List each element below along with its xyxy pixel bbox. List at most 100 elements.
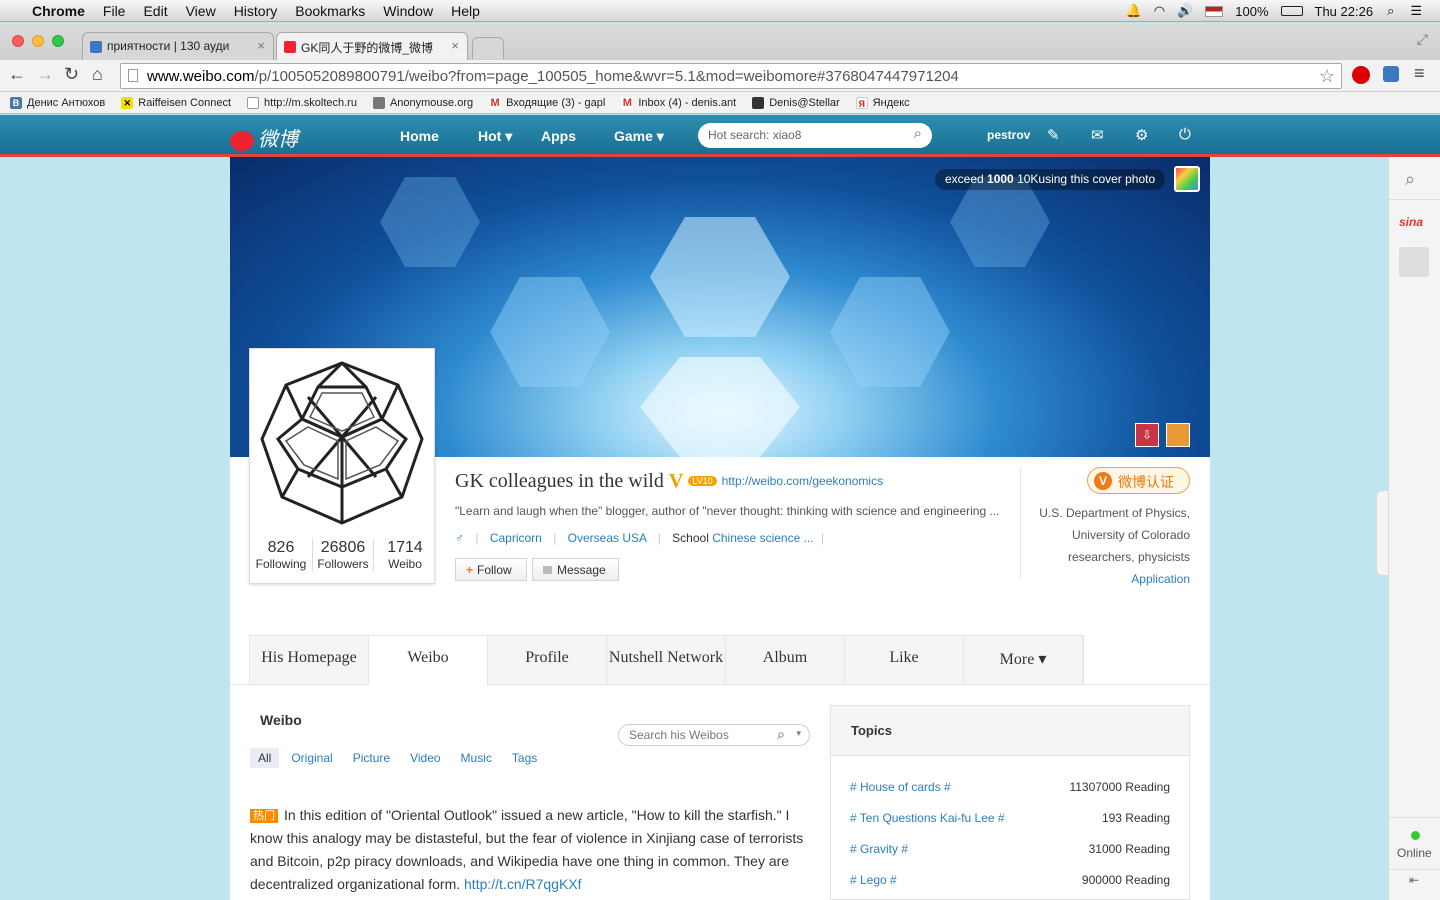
search-icon[interactable]: ⌕	[914, 125, 922, 142]
bookmark-8[interactable]: Я Яндекс	[855, 96, 910, 109]
menu-help[interactable]: Help	[451, 3, 480, 19]
verified-v-icon[interactable]: V	[669, 470, 683, 492]
mail-icon[interactable]: ✉	[1091, 126, 1104, 144]
feed-search-input[interactable]: Search his Weibos ⌕ ▾	[618, 724, 810, 746]
bookmark-7[interactable]: Denis@Stellar	[752, 96, 840, 109]
fullscreen-icon[interactable]: ⤢	[1417, 31, 1428, 48]
topic-link[interactable]: # House of cards #	[850, 780, 951, 794]
tag-location[interactable]: Overseas USA	[568, 531, 647, 545]
weibo-verified-badge[interactable]: V 微博认证	[1087, 467, 1190, 494]
forward-icon[interactable]: →	[36, 64, 54, 85]
filter-tags[interactable]: Tags	[504, 748, 545, 768]
star-icon[interactable]: ☆	[1319, 66, 1335, 87]
nav-apps[interactable]: Apps	[541, 128, 576, 144]
notification-icon[interactable]: 🔔	[1126, 3, 1142, 19]
bookmark-1[interactable]: B Денис Антюхов	[10, 96, 105, 109]
exit-icon[interactable]: ⏻	[1179, 126, 1191, 143]
menu-window[interactable]: Window	[383, 3, 433, 19]
volume-icon[interactable]: 🔊	[1177, 3, 1193, 19]
tab-1[interactable]: приятности | 130 ауди ×	[82, 32, 274, 60]
adblock-icon[interactable]	[1352, 66, 1370, 84]
filter-music[interactable]: Music	[453, 748, 500, 768]
new-tab-button[interactable]	[472, 37, 504, 59]
contact-card-icon[interactable]	[1166, 423, 1190, 447]
username-link[interactable]: pestrov	[987, 128, 1030, 142]
tab-close-icon[interactable]: ×	[257, 38, 265, 53]
tab-more[interactable]: More ▾	[964, 636, 1083, 684]
menu-view[interactable]: View	[186, 3, 216, 19]
followers-stat[interactable]: 26806 Followers	[312, 539, 374, 571]
friend-avatar[interactable]	[1399, 247, 1429, 277]
wifi-icon[interactable]: ◠	[1154, 3, 1165, 19]
search-icon[interactable]: ⌕	[777, 726, 785, 743]
search-icon[interactable]: ⌕	[1405, 169, 1415, 190]
tab-close-icon[interactable]: ×	[451, 38, 459, 53]
topic-link[interactable]: # Ten Questions Kai-fu Lee #	[850, 811, 1005, 825]
battery-icon[interactable]	[1280, 6, 1303, 16]
compose-icon[interactable]: ✎	[1047, 126, 1060, 144]
nav-hot[interactable]: Hot ▾	[478, 128, 512, 145]
weibo-search-input[interactable]: Hot search: xiao8 ⌕	[698, 123, 932, 148]
menu-history[interactable]: History	[234, 3, 278, 19]
tab-profile[interactable]: Profile	[488, 636, 607, 684]
minimize-window-icon[interactable]	[32, 35, 44, 47]
topic-reading: 900000 Reading	[1081, 873, 1170, 887]
nav-home[interactable]: Home	[400, 128, 439, 144]
menu-bookmarks[interactable]: Bookmarks	[295, 3, 365, 19]
profile-url-link[interactable]: http://weibo.com/geekonomics	[722, 474, 883, 488]
menu-app[interactable]: Chrome	[32, 3, 85, 19]
vip-level-badge[interactable]: LV10	[688, 476, 717, 486]
right-rail: ⌕ sina Online ⇤	[1388, 157, 1440, 900]
avatar[interactable]	[258, 357, 426, 529]
filter-picture[interactable]: Picture	[345, 748, 398, 768]
tab-like[interactable]: Like	[845, 636, 964, 684]
filter-original[interactable]: Original	[283, 748, 340, 768]
zoom-window-icon[interactable]	[52, 35, 64, 47]
topic-link[interactable]: # Lego #	[850, 873, 897, 887]
weibo-logo[interactable]: 微博	[230, 123, 298, 152]
reload-icon[interactable]: ↻	[64, 64, 79, 85]
tab-album[interactable]: Album	[726, 636, 845, 684]
flag-icon[interactable]	[1205, 5, 1224, 17]
spotlight-icon[interactable]: ⌕	[1387, 3, 1394, 19]
home-icon[interactable]: ⌂	[92, 64, 103, 85]
change-cover-icon[interactable]	[1174, 166, 1200, 192]
sina-avatar[interactable]: sina	[1399, 215, 1423, 229]
collapse-icon[interactable]: ⇤	[1409, 873, 1419, 887]
application-link[interactable]: Application	[1131, 572, 1190, 586]
bookmark-2[interactable]: ✕ Raiffeisen Connect	[121, 96, 231, 109]
list-icon[interactable]: ☰	[1410, 3, 1422, 19]
bookmark-5[interactable]: M Входящие (3) - gapl	[489, 96, 605, 109]
post-link[interactable]: http://t.cn/R7qgKXf	[464, 876, 582, 892]
online-label[interactable]: Online	[1397, 846, 1432, 860]
bookmark-3[interactable]: http://m.skoltech.ru	[247, 96, 357, 109]
menu-edit[interactable]: Edit	[143, 3, 167, 19]
address-bar[interactable]: www.weibo.com/p/1005052089800791/weibo?f…	[120, 63, 1342, 89]
back-icon[interactable]: ←	[8, 64, 26, 85]
clock[interactable]: Thu 22:26	[1315, 4, 1374, 19]
rail-collapse-handle[interactable]	[1376, 490, 1388, 576]
chevron-down-icon[interactable]: ▾	[796, 728, 801, 739]
settings-gear-icon[interactable]: ⚙	[1135, 126, 1148, 144]
tab-nutshell-network[interactable]: Nutshell Network	[607, 636, 726, 684]
tab-weibo[interactable]: Weibo	[369, 636, 488, 686]
weibo-count-stat[interactable]: 1714 Weibo	[376, 539, 434, 571]
message-button[interactable]: Message	[532, 558, 619, 581]
tab-2-active[interactable]: GK同人于野的微博_微博 ×	[276, 32, 468, 60]
follow-button[interactable]: + Follow	[455, 558, 527, 581]
download-icon[interactable]: ⇩	[1135, 423, 1159, 447]
following-stat[interactable]: 826 Following	[252, 539, 310, 571]
filter-all[interactable]: All	[250, 748, 280, 768]
school-link[interactable]: Chinese science ...	[712, 531, 813, 545]
close-window-icon[interactable]	[12, 35, 24, 47]
menu-file[interactable]: File	[103, 3, 126, 19]
bookmark-6[interactable]: M Inbox (4) - denis.ant	[621, 96, 736, 109]
tag-constellation[interactable]: Capricorn	[490, 531, 542, 545]
tab-his-homepage[interactable]: His Homepage	[250, 636, 369, 684]
filter-video[interactable]: Video	[402, 748, 448, 768]
menu-icon[interactable]: ≡	[1414, 63, 1425, 84]
nav-game[interactable]: Game ▾	[614, 128, 664, 145]
topic-link[interactable]: # Gravity #	[850, 842, 908, 856]
bookmark-4[interactable]: Anonymouse.org	[372, 96, 473, 109]
extension-icon[interactable]	[1383, 66, 1399, 82]
